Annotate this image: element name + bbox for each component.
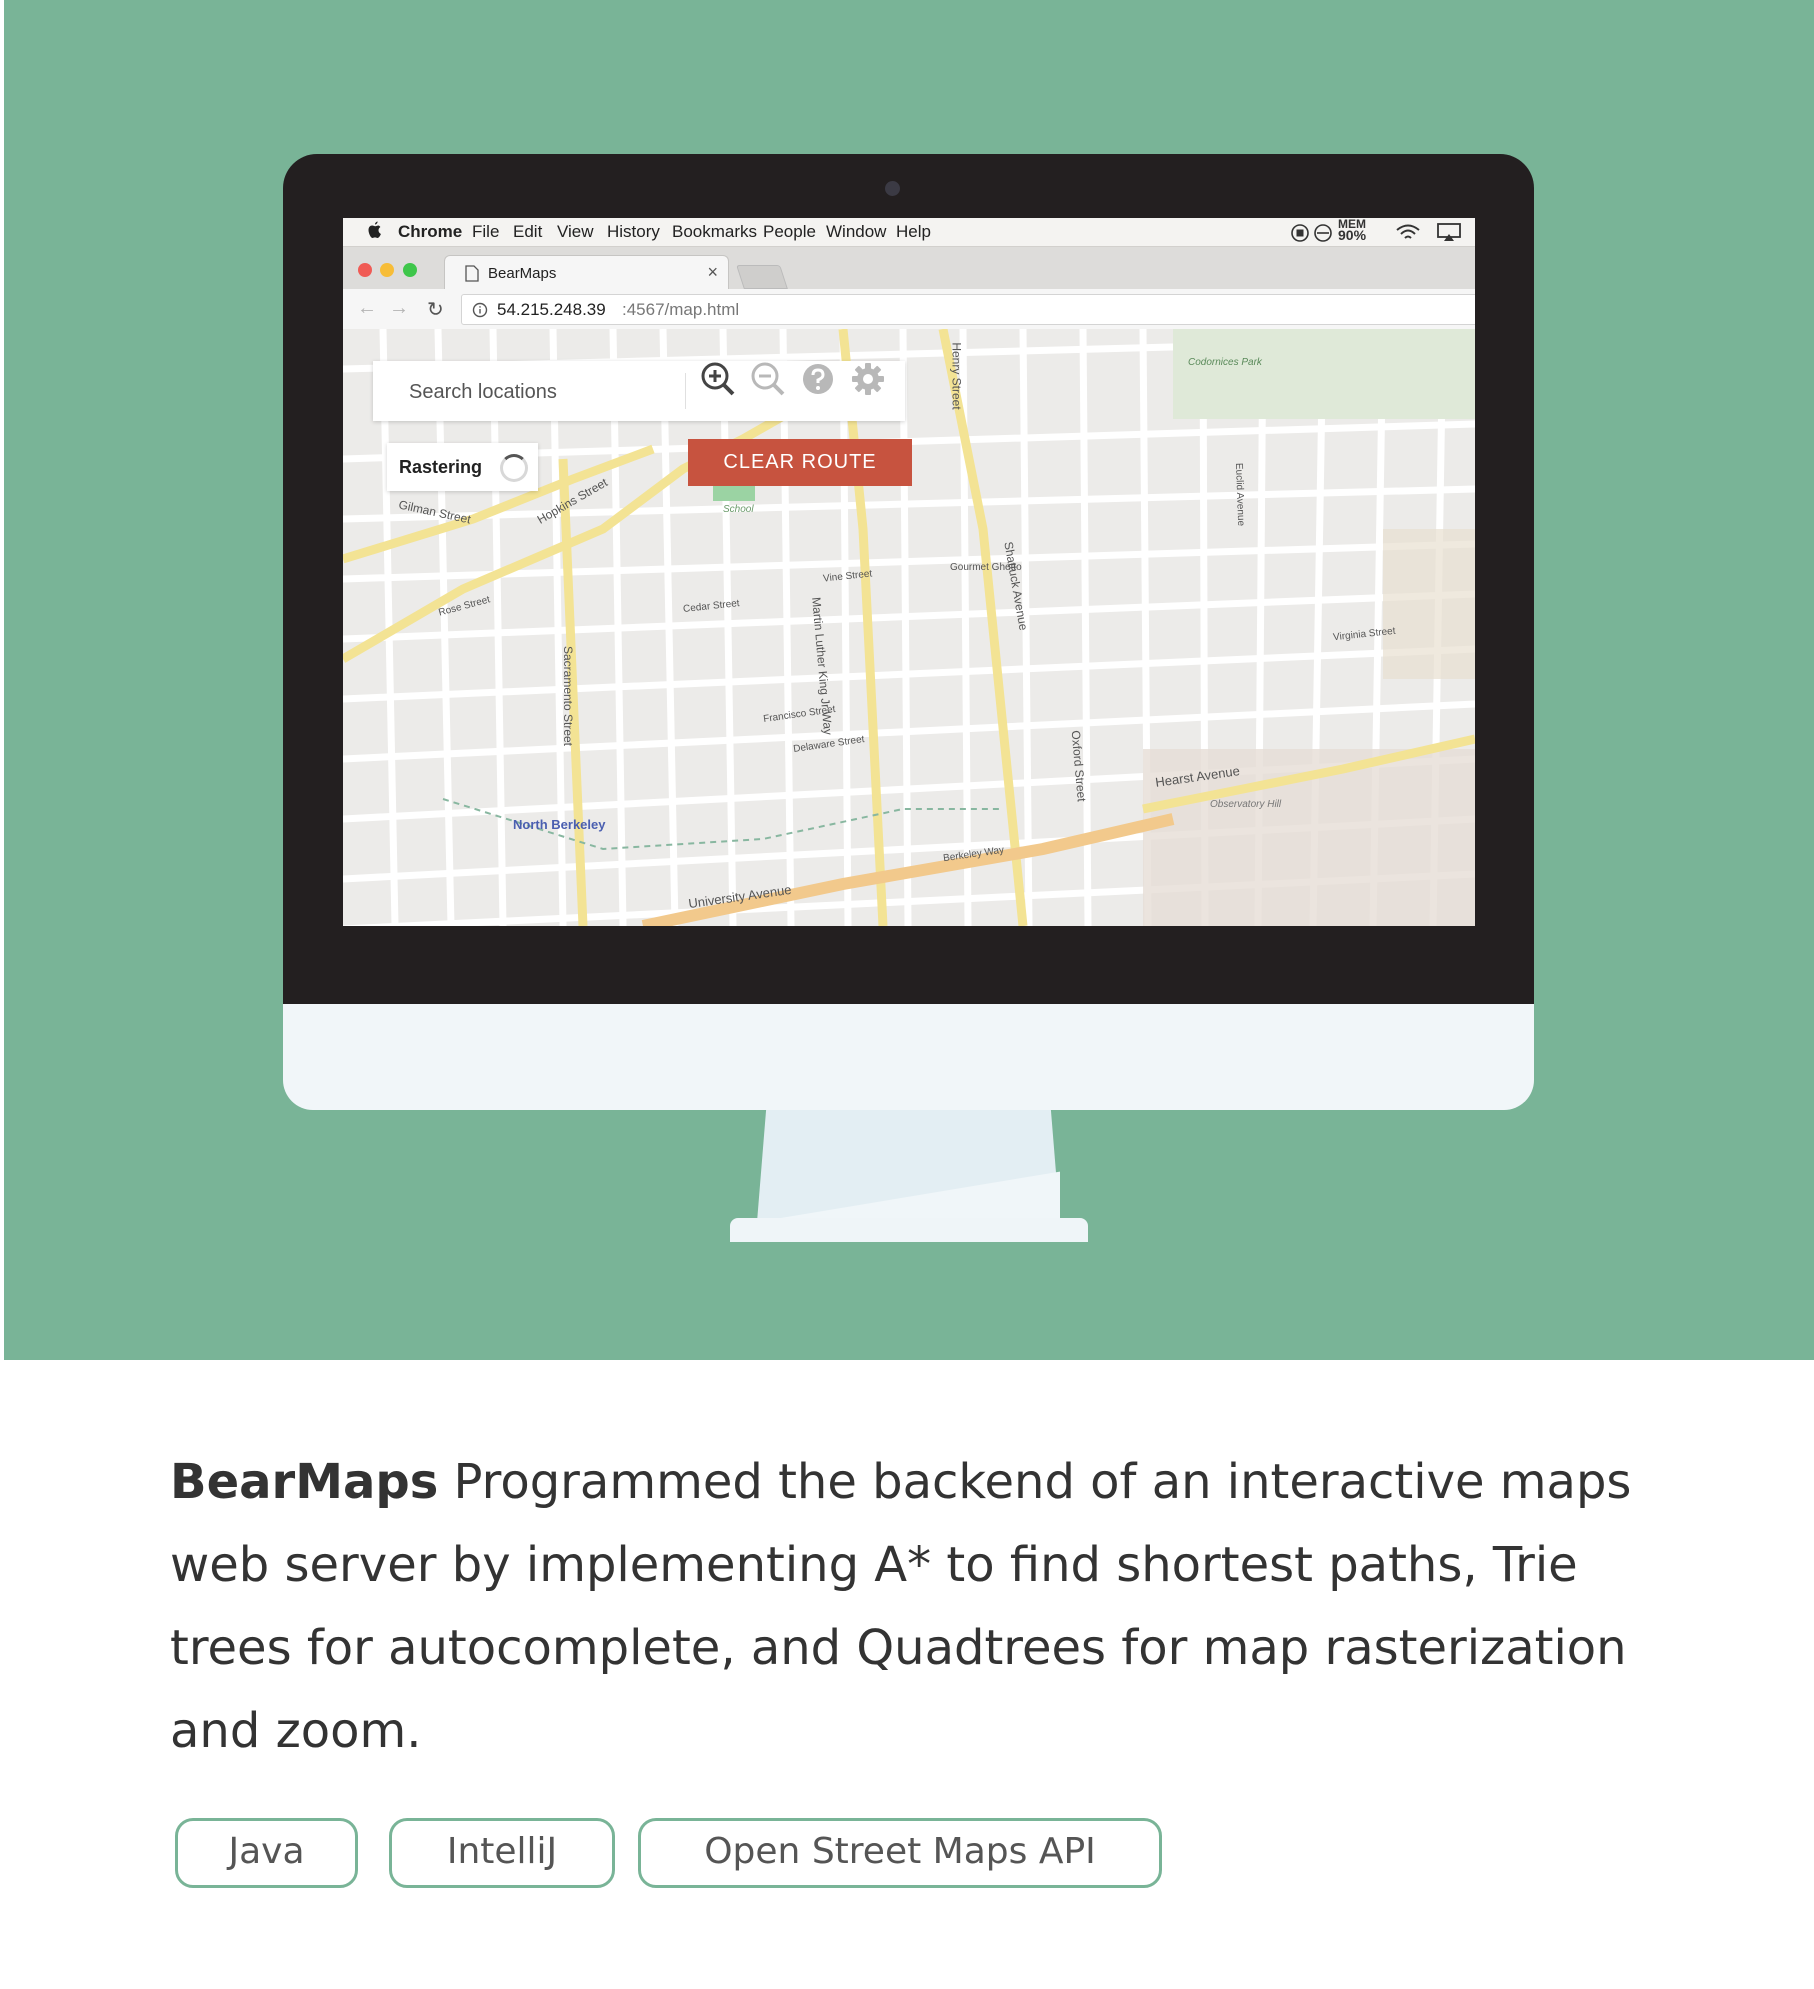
url-path: :4567/map.html bbox=[622, 300, 740, 319]
menu-help[interactable]: Help bbox=[896, 222, 931, 242]
back-icon[interactable]: ← bbox=[357, 297, 377, 320]
rastering-label: Rastering bbox=[399, 457, 483, 477]
airplay-icon[interactable] bbox=[1436, 222, 1462, 242]
place-label: Gourmet Ghetto bbox=[950, 562, 1022, 573]
spinner-icon bbox=[500, 454, 528, 482]
close-window-button[interactable] bbox=[358, 263, 372, 277]
mac-menubar: Chrome File Edit View History Bookmarks … bbox=[343, 218, 1475, 247]
memory-value: 90% bbox=[1338, 227, 1367, 243]
menu-view[interactable]: View bbox=[557, 222, 594, 242]
browser-tab[interactable]: BearMaps × bbox=[444, 255, 729, 290]
minimize-window-button[interactable] bbox=[380, 263, 394, 277]
place-label: Observatory Hill bbox=[1210, 799, 1282, 810]
new-tab-button[interactable] bbox=[736, 265, 788, 289]
zoom-in-icon[interactable] bbox=[700, 361, 736, 397]
clear-route-button[interactable]: CLEAR ROUTE bbox=[688, 439, 912, 486]
menu-history[interactable]: History bbox=[607, 222, 660, 242]
monitor-chin bbox=[283, 1004, 1534, 1110]
monitor-screen: Chrome File Edit View History Bookmarks … bbox=[343, 218, 1475, 926]
tag-open-street-maps-api: Open Street Maps API bbox=[638, 1818, 1162, 1888]
apple-icon[interactable] bbox=[367, 221, 383, 241]
camera-icon bbox=[885, 181, 900, 196]
menu-window[interactable]: Window bbox=[826, 222, 886, 242]
place-label: North Berkeley bbox=[513, 817, 606, 832]
wifi-icon[interactable] bbox=[1395, 222, 1421, 242]
browser-toolbar: ← → ↻ 54.215.248.39 :4567/map.html bbox=[343, 289, 1475, 330]
map-view[interactable]: Henry Street Shattuck Avenue Sacramento … bbox=[343, 329, 1475, 926]
help-icon[interactable] bbox=[800, 361, 836, 397]
panel-divider bbox=[685, 373, 686, 409]
monitor-foot bbox=[730, 1218, 1088, 1242]
menu-edit[interactable]: Edit bbox=[513, 222, 542, 242]
browser-tab-bar: BearMaps × bbox=[343, 247, 1475, 290]
search-panel bbox=[373, 361, 905, 423]
zoom-out-icon[interactable] bbox=[750, 361, 786, 397]
project-description: BearMaps Programmed the backend of an in… bbox=[170, 1441, 1690, 1773]
forward-icon[interactable]: → bbox=[389, 297, 409, 320]
reload-icon[interactable]: ↻ bbox=[427, 297, 444, 322]
menu-app-name[interactable]: Chrome bbox=[398, 222, 462, 242]
tag-java: Java bbox=[175, 1818, 358, 1888]
search-input[interactable] bbox=[373, 361, 721, 423]
street-label: Euclid Avenue bbox=[1233, 462, 1247, 527]
url-host: 54.215.248.39 bbox=[497, 300, 606, 319]
tab-title: BearMaps bbox=[488, 265, 557, 282]
rastering-indicator: Rastering bbox=[387, 443, 538, 491]
page-icon bbox=[465, 265, 479, 282]
place-label: Codornices Park bbox=[1188, 357, 1262, 368]
memory-indicator[interactable]: MEM 90% bbox=[1338, 218, 1367, 243]
info-icon[interactable] bbox=[472, 302, 488, 318]
street-label: Henry Street bbox=[949, 342, 964, 410]
street-label: Sacramento Street bbox=[561, 645, 576, 747]
project-title: BearMaps bbox=[170, 1454, 439, 1510]
menu-bookmarks[interactable]: Bookmarks bbox=[672, 222, 757, 242]
maximize-window-button[interactable] bbox=[403, 263, 417, 277]
address-bar[interactable]: 54.215.248.39 :4567/map.html bbox=[461, 294, 1475, 325]
tab-close-icon[interactable]: × bbox=[707, 262, 718, 283]
menu-file[interactable]: File bbox=[472, 222, 499, 242]
menu-people[interactable]: People bbox=[763, 222, 816, 242]
tag-intellij: IntelliJ bbox=[389, 1818, 615, 1888]
do-not-disturb-icon[interactable] bbox=[1313, 223, 1333, 243]
gear-icon[interactable] bbox=[850, 361, 886, 397]
place-label: School bbox=[723, 504, 754, 515]
record-icon[interactable] bbox=[1290, 223, 1310, 243]
